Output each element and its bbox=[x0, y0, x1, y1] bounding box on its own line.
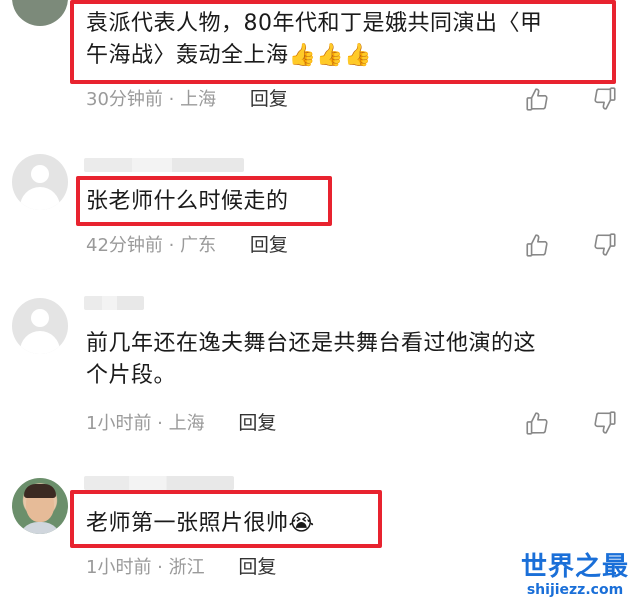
comment-text: 前几年还在逸夫舞台还是共舞台看过他演的这 个片段。 bbox=[86, 328, 616, 392]
comment-text-line: 前几年还在逸夫舞台还是共舞台看过他演的这 bbox=[86, 331, 537, 356]
thumbs-down-icon bbox=[594, 411, 616, 434]
comment-text: 张老师什么时候走的 bbox=[86, 186, 616, 218]
comment-meta: 30分钟前 · 上海 回复 bbox=[86, 86, 288, 112]
comment-text-line: 个片段。 bbox=[86, 363, 177, 388]
avatar[interactable] bbox=[12, 478, 68, 534]
comment-text-line: 张老师什么时候走的 bbox=[86, 189, 289, 214]
comment-time: 1小时前 · 浙江 bbox=[86, 557, 205, 578]
avatar[interactable] bbox=[12, 0, 68, 26]
avatar[interactable] bbox=[12, 154, 68, 210]
thumbs-down-icon bbox=[594, 233, 616, 256]
reply-button[interactable]: 回复 bbox=[238, 410, 276, 436]
comment-time: 42分钟前 · 广东 bbox=[86, 235, 217, 256]
comment-text: 老师第一张照片很帅😭 bbox=[86, 508, 616, 540]
like-button[interactable] bbox=[524, 86, 550, 112]
thumbs-down-icon bbox=[594, 87, 616, 110]
comment-meta: 42分钟前 · 广东 回复 bbox=[86, 232, 288, 258]
watermark: 世界之最 shijiezz.com bbox=[515, 552, 635, 598]
reply-button[interactable]: 回复 bbox=[250, 232, 288, 258]
comment-text-line: 老师第一张照片很帅 bbox=[86, 511, 289, 536]
thumbs-up-emoji: 👍 bbox=[344, 43, 373, 68]
username[interactable] bbox=[84, 476, 234, 490]
dislike-button[interactable] bbox=[592, 86, 618, 112]
avatar[interactable] bbox=[12, 298, 68, 354]
thumbs-up-icon bbox=[526, 88, 548, 111]
comment-time: 30分钟前 · 上海 bbox=[86, 89, 217, 110]
username[interactable] bbox=[84, 158, 244, 172]
thumbs-up-icon bbox=[526, 234, 548, 257]
dislike-button[interactable] bbox=[592, 232, 618, 258]
comment-meta: 1小时前 · 上海 回复 bbox=[86, 410, 276, 436]
comment-meta: 1小时前 · 浙江 回复 bbox=[86, 554, 276, 580]
reply-button[interactable]: 回复 bbox=[238, 554, 276, 580]
reply-button[interactable]: 回复 bbox=[250, 86, 288, 112]
thumbs-up-emoji: 👍 bbox=[316, 43, 345, 68]
dislike-button[interactable] bbox=[592, 410, 618, 436]
thumbs-up-icon bbox=[526, 412, 548, 435]
like-button[interactable] bbox=[524, 232, 550, 258]
like-button[interactable] bbox=[524, 410, 550, 436]
comment-text-line: 袁派代表人物，80年代和丁是娥共同演出〈甲 bbox=[86, 11, 543, 36]
comment-text: 袁派代表人物，80年代和丁是娥共同演出〈甲 午海战〉轰动全上海👍👍👍 bbox=[86, 8, 616, 72]
crying-emoji: 😭 bbox=[288, 511, 315, 536]
comment-time: 1小时前 · 上海 bbox=[86, 413, 205, 434]
watermark-title: 世界之最 bbox=[520, 552, 629, 582]
comment-text-line: 午海战〉轰动全上海 bbox=[86, 43, 289, 68]
watermark-subtitle: shijiezz.com bbox=[526, 582, 624, 598]
username[interactable] bbox=[84, 296, 144, 310]
thumbs-up-emoji: 👍 bbox=[288, 43, 317, 68]
